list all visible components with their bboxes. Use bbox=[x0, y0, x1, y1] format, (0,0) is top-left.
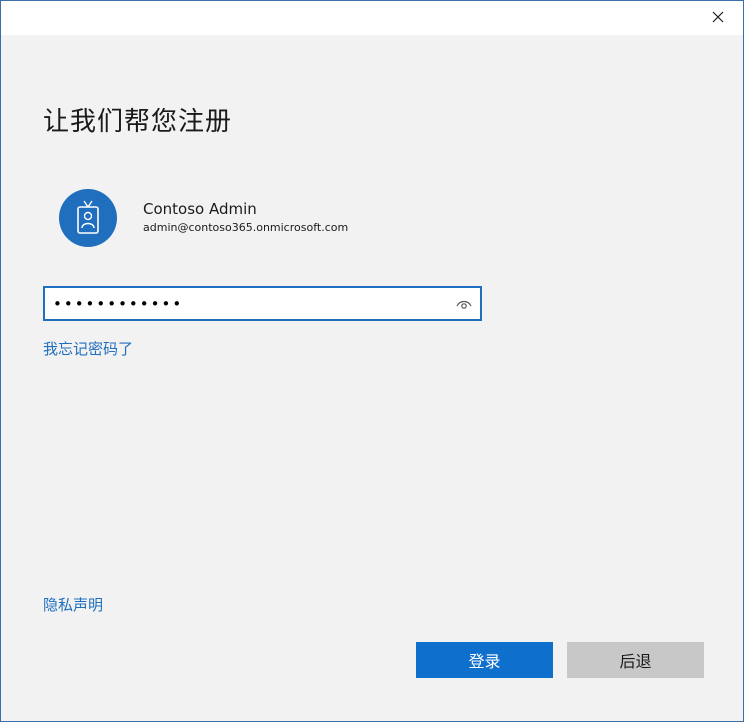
privacy-statement-link[interactable]: 隐私声明 bbox=[43, 594, 103, 615]
password-field-container bbox=[43, 286, 482, 321]
account-name: Contoso Admin bbox=[143, 200, 257, 218]
password-input[interactable] bbox=[45, 288, 445, 319]
page-title: 让我们帮您注册 bbox=[43, 107, 233, 137]
title-bar bbox=[1, 1, 743, 35]
id-badge-icon bbox=[77, 200, 99, 234]
avatar bbox=[59, 189, 117, 247]
account-info: Contoso Admin admin@contoso365.onmicroso… bbox=[59, 189, 348, 247]
account-email: admin@contoso365.onmicrosoft.com bbox=[143, 221, 349, 234]
eye-icon[interactable] bbox=[456, 296, 472, 315]
close-icon bbox=[712, 11, 724, 23]
dialog-window: 让我们帮您注册 Contoso Admin admin@contoso365.o… bbox=[0, 0, 744, 722]
forgot-password-link[interactable]: 我忘记密码了 bbox=[43, 338, 133, 359]
back-button[interactable]: 后退 bbox=[567, 642, 704, 678]
close-button[interactable] bbox=[701, 3, 735, 31]
sign-in-button[interactable]: 登录 bbox=[416, 642, 553, 678]
